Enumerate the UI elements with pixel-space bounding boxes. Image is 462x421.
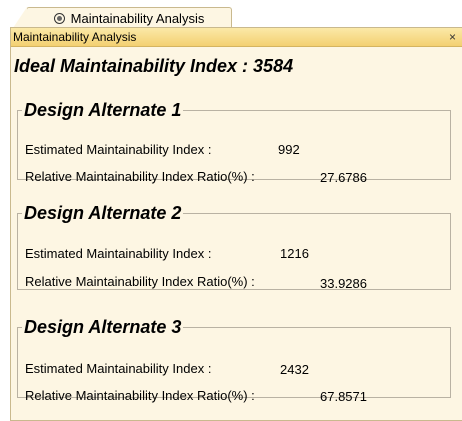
tab-maintainability-analysis[interactable]: Maintainability Analysis [13,7,232,28]
ratio-label: Relative Maintainability Index Ratio(%) … [25,274,255,289]
estimated-index-value: 992 [278,142,300,157]
ratio-value: 67.8571 [320,389,367,404]
analysis-icon [53,12,65,24]
maintainability-window: Maintainability Analysis Maintainability… [0,0,462,421]
panel-titlebar: Maintainability Analysis × [11,28,462,47]
ratio-value: 33.9286 [320,276,367,291]
estimated-index-value: 1216 [280,246,309,261]
estimated-index-label: Estimated Maintainability Index : [25,361,212,376]
ideal-maintainability-index: Ideal Maintainability Index : 3584 [14,56,294,76]
panel-title: Maintainability Analysis [13,30,137,44]
ratio-label: Relative Maintainability Index Ratio(%) … [25,388,255,403]
estimated-index-label: Estimated Maintainability Index : [25,142,212,157]
estimated-index-value: 2432 [280,362,309,377]
design-alternate-2-title: Design Alternate 2 [24,203,182,223]
tab-strip: Maintainability Analysis [0,0,462,28]
ratio-value: 27.6786 [320,170,367,185]
estimated-index-label: Estimated Maintainability Index : [25,246,212,261]
design-alternate-2-group: Design Alternate 2 Estimated Maintainabi… [17,203,451,291]
design-alternate-1-title: Design Alternate 1 [24,100,182,120]
close-icon[interactable]: × [449,28,456,46]
design-alternate-1-group: Design Alternate 1 Estimated Maintainabi… [17,100,451,185]
maintainability-panel: Maintainability Analysis × Ideal Maintai… [10,27,462,421]
design-alternate-3-title: Design Alternate 3 [24,317,182,337]
ratio-label: Relative Maintainability Index Ratio(%) … [25,169,255,184]
design-alternate-3-group: Design Alternate 3 Estimated Maintainabi… [17,317,451,404]
tab-label: Maintainability Analysis [70,10,205,26]
